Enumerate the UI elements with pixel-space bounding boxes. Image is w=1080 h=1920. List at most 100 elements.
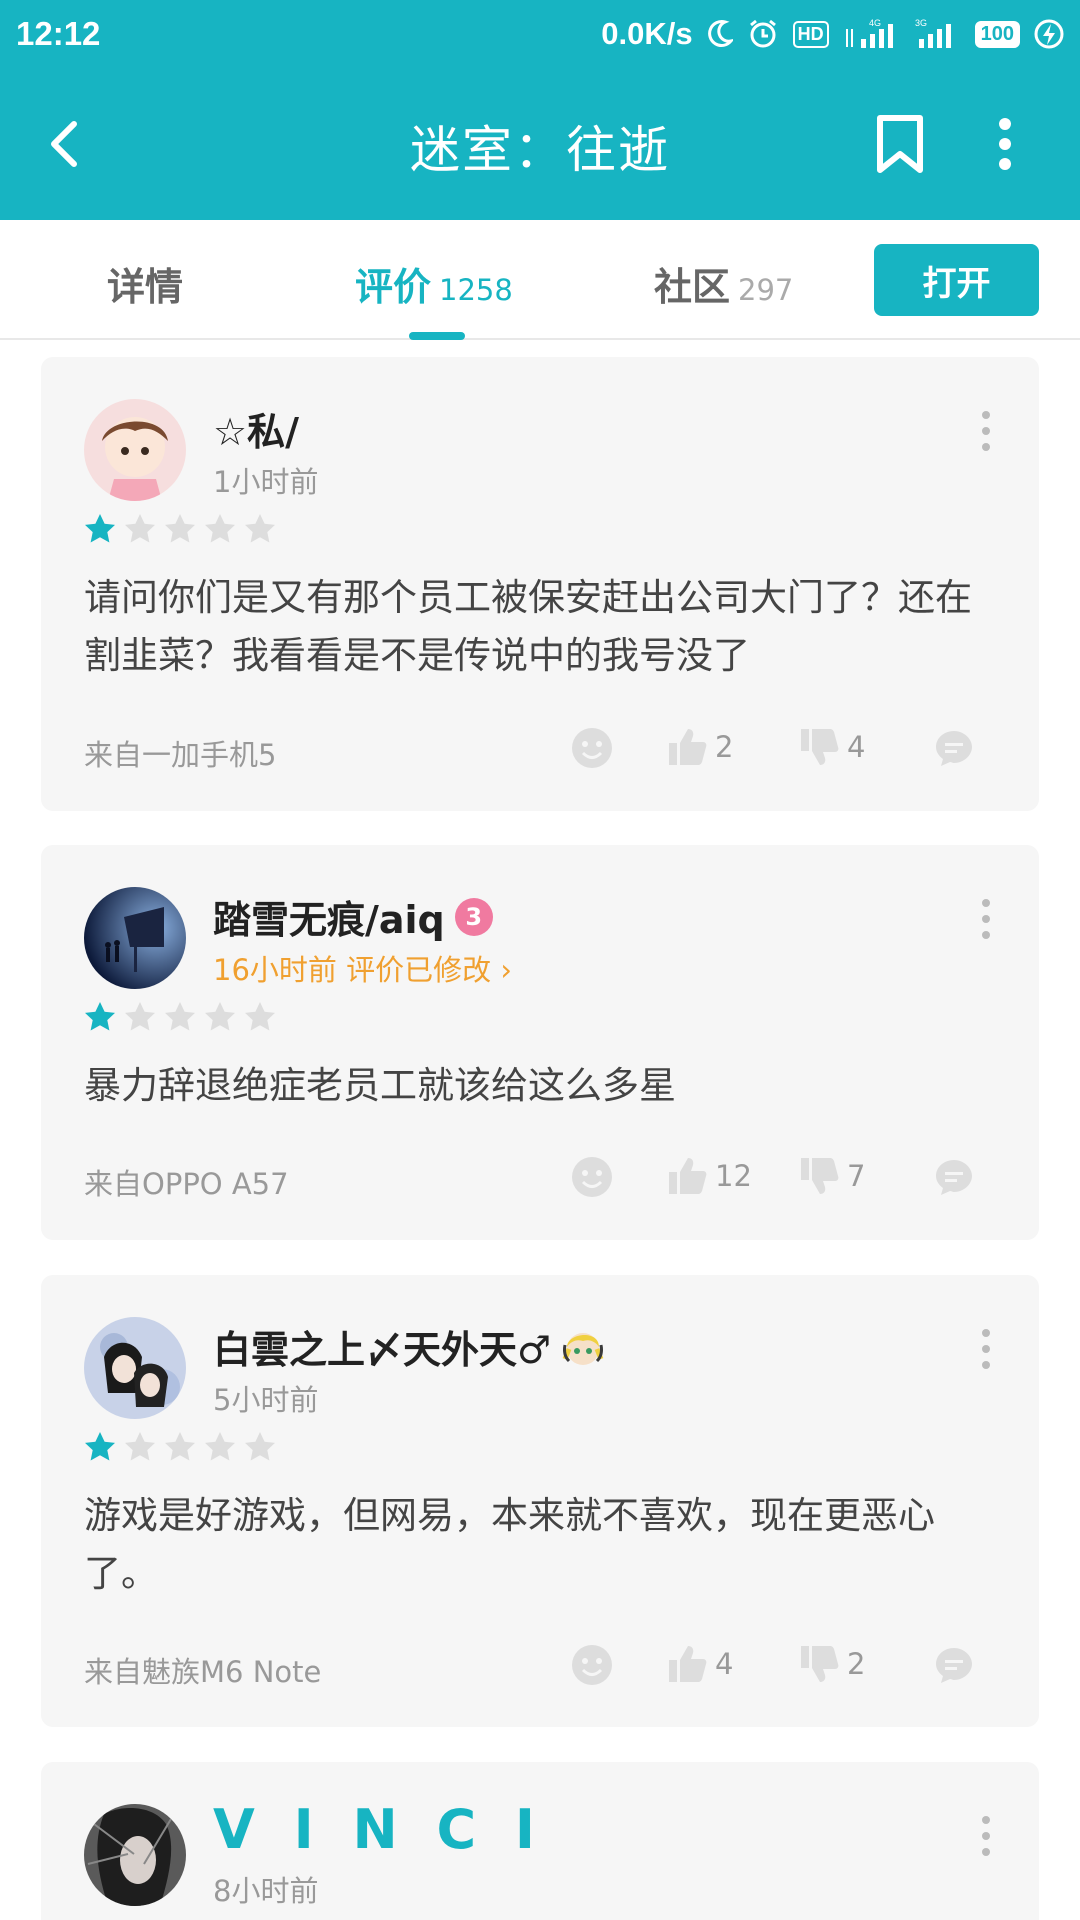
rating-stars [84,1001,276,1033]
review-card: 白雲之上〆天外天♂ 5小时前 游戏是好游戏，但网易，本来就不喜欢，现在更恶心了。… [41,1275,1039,1727]
review-username[interactable]: 踏雪无痕/aiq 3 [213,889,493,944]
like-button[interactable]: 2 [667,727,733,767]
comment-icon [936,1648,972,1683]
bookmark-icon[interactable] [874,114,926,174]
star-filled-icon [85,514,115,543]
star-empty-icon [165,1432,195,1461]
avatar[interactable] [84,1804,186,1906]
like-button[interactable]: 4 [667,1644,733,1684]
star-filled-icon [85,1432,115,1461]
tab-community-count: 297 [738,273,794,307]
status-icons: 0.0K/s HD 4G 3G 100 [601,16,1064,52]
review-time: 8小时前 [213,1874,319,1908]
star-empty-icon [165,1002,195,1031]
thumbs-up-icon [669,729,707,765]
review-device: 来自OPPO A57 [84,1167,289,1201]
thumbs-up-icon [669,1158,707,1194]
comment-button[interactable] [934,1157,974,1197]
moon-icon [707,20,733,47]
emoji-icon [572,1157,612,1197]
comment-icon [936,1160,972,1195]
tab-community-label: 社区 [654,265,731,309]
dislike-button[interactable]: 4 [799,727,865,767]
review-text[interactable]: 暴力辞退绝症老员工就该给这么多星 [84,1057,1004,1115]
review-card: V I N C I 8小时前 [41,1762,1039,1920]
star-empty-icon [125,1002,155,1031]
emoji-icon [572,728,612,768]
star-empty-icon [245,1002,275,1031]
comment-button[interactable] [934,1645,974,1685]
net-speed: 0.0K/s [601,16,693,51]
review-time: 5小时前 [213,1383,319,1417]
more-vertical-icon[interactable] [985,114,1025,174]
tab-reviews[interactable]: 评价 1258 [355,256,513,311]
thumbs-down-icon [801,1158,839,1194]
avatar[interactable] [84,399,186,501]
star-empty-icon [165,514,195,543]
star-empty-icon [125,514,155,543]
star-empty-icon [245,514,275,543]
level-badge: 3 [454,897,493,936]
star-empty-icon [125,1432,155,1461]
signal-3g-icon: 3G [915,18,951,48]
signal-4g-icon: 4G [845,18,893,48]
review-device: 来自一加手机5 [84,738,277,772]
status-bar: 12:12 0.0K/s HD 4G 3G 100 [0,0,1080,68]
review-card: ☆私/ 1小时前 请问你们是又有那个员工被保安赶出公司大门了？还在割韭菜？我看看… [41,357,1039,811]
dislike-button[interactable]: 7 [799,1156,865,1196]
star-empty-icon [205,1432,235,1461]
more-vertical-icon[interactable] [976,1814,996,1858]
review-text[interactable]: 游戏是好游戏，但网易，本来就不喜欢，现在更恶心了。 [84,1487,1004,1603]
more-vertical-icon[interactable] [976,897,996,941]
hd-icon: HD [792,20,829,48]
more-vertical-icon[interactable] [976,1327,996,1371]
battery-icon: 100 [974,20,1020,48]
emoji-button[interactable] [571,1156,613,1198]
star-empty-icon [205,1002,235,1031]
emoji-icon [572,1645,612,1685]
tab-reviews-label: 评价 [355,265,432,309]
tab-community[interactable]: 社区 297 [654,256,793,311]
more-vertical-icon[interactable] [976,409,996,453]
like-button[interactable]: 12 [667,1156,752,1196]
svg-text:3G: 3G [915,18,927,28]
avatar[interactable] [84,1317,186,1419]
svg-text:4G: 4G [869,18,881,28]
review-time-edited[interactable]: 16小时前 评价已修改 › [213,947,512,989]
review-text[interactable]: 请问你们是又有那个员工被保安赶出公司大门了？还在割韭菜？我看看是不是传说中的我号… [84,569,1004,685]
open-button[interactable]: 打开 [874,244,1039,316]
emoji-button[interactable] [571,1644,613,1686]
alarm-icon [749,19,776,48]
avatar[interactable] [84,887,186,989]
charging-icon [1034,19,1064,49]
tab-details-label: 详情 [107,265,184,309]
review-username[interactable]: V I N C I [213,1798,545,1861]
dislike-count: 4 [847,730,866,764]
dislike-button[interactable]: 2 [799,1644,865,1684]
thumbs-up-icon [669,1646,707,1682]
thumbs-down-icon [801,729,839,765]
tab-reviews-count: 1258 [439,273,513,307]
star-empty-icon [245,1432,275,1461]
review-username[interactable]: 白雲之上〆天外天♂ [213,1319,605,1374]
thumbs-down-icon [801,1646,839,1682]
review-device: 来自魅族M6 Note [84,1655,322,1689]
review-card: 踏雪无痕/aiq 3 16小时前 评价已修改 › 暴力辞退绝症老员工就该给这么多星… [41,845,1039,1240]
like-count: 4 [715,1647,734,1681]
rating-stars [84,1431,276,1463]
tab-details[interactable]: 详情 [107,256,183,311]
character-emoji-icon [562,1332,604,1365]
emoji-button[interactable] [571,727,613,769]
rating-stars [84,513,276,545]
active-tab-indicator [409,332,465,340]
dislike-count: 2 [847,1647,866,1681]
tab-bar: 详情 评价 1258 社区 297 打开 [0,220,1080,340]
star-filled-icon [85,1002,115,1031]
dislike-count: 7 [847,1159,866,1193]
review-username[interactable]: ☆私/ [213,401,299,456]
app-bar: 迷室：往逝 [0,68,1080,220]
status-time: 12:12 [16,15,101,52]
comment-button[interactable] [934,728,974,768]
review-time: 1小时前 [213,465,319,499]
like-count: 2 [715,730,734,764]
